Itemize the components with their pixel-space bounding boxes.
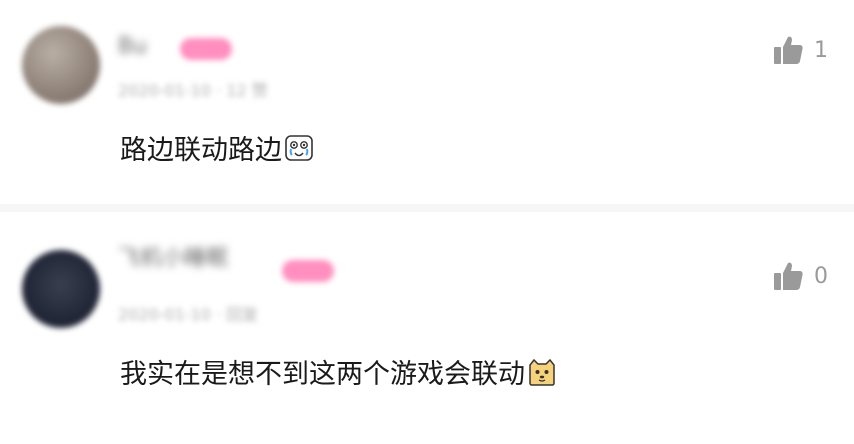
comment-body: 路边联动路边 [120, 135, 282, 166]
thumbs-up-icon [774, 36, 803, 64]
like-button[interactable]: 0 [772, 260, 828, 292]
comment-text: 我实在是想不到这两个游戏会联动 [120, 352, 557, 391]
comment-meta: 2020-01-10 · 12 赞 [118, 81, 268, 100]
comment-text: 路边联动路边 [120, 128, 314, 167]
comment-item: Bu 2020-01-10 · 12 赞 1 路边联动路边 [0, 0, 854, 204]
level-badge [180, 38, 232, 60]
like-count: 0 [814, 263, 828, 289]
level-badge [282, 260, 334, 282]
like-button[interactable]: 1 [772, 34, 828, 66]
crying-laughing-sticker-icon [285, 134, 313, 161]
comment-meta: 2020-01-10 · 回复 [118, 305, 259, 324]
like-count: 1 [814, 37, 828, 63]
comment-item: 飞机小睡眠 2020-01-10 · 回复 0 我实在是想不到这两个游戏会联动 [0, 212, 854, 444]
comment-body: 我实在是想不到这两个游戏会联动 [120, 359, 525, 390]
username[interactable]: 飞机小睡眠 [118, 244, 228, 274]
avatar[interactable] [22, 26, 100, 104]
divider [0, 204, 854, 212]
avatar[interactable] [22, 250, 100, 328]
thumbs-up-icon [774, 262, 803, 290]
username[interactable]: Bu [118, 32, 147, 62]
cat-face-sticker-icon [529, 358, 555, 386]
